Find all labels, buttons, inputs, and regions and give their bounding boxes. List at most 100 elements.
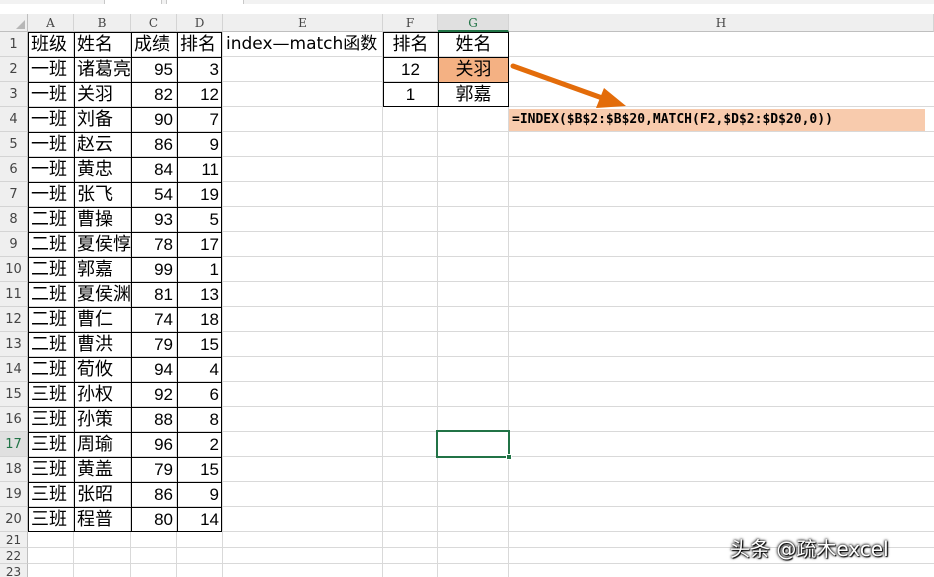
rank-cell[interactable]: 15	[177, 457, 223, 482]
score-cell[interactable]: 88	[131, 407, 177, 432]
column-header-b[interactable]: B	[74, 14, 131, 32]
name-cell[interactable]: 程普	[74, 507, 131, 532]
name-cell[interactable]: 孙策	[74, 407, 131, 432]
header-cell-rank[interactable]: 排名	[177, 32, 223, 57]
lookup-header-name[interactable]: 姓名	[438, 32, 509, 57]
class-cell[interactable]: 三班	[28, 407, 74, 432]
class-cell[interactable]: 一班	[28, 157, 74, 182]
rank-cell[interactable]: 12	[177, 82, 223, 107]
score-cell[interactable]: 94	[131, 357, 177, 382]
rank-cell[interactable]: 19	[177, 182, 223, 207]
sheet-tab[interactable]	[104, 0, 162, 4]
class-cell[interactable]: 三班	[28, 482, 74, 507]
score-cell[interactable]: 90	[131, 107, 177, 132]
rank-cell[interactable]: 7	[177, 107, 223, 132]
rank-cell[interactable]: 3	[177, 57, 223, 82]
name-cell[interactable]: 张昭	[74, 482, 131, 507]
score-cell[interactable]: 54	[131, 182, 177, 207]
class-cell[interactable]: 一班	[28, 82, 74, 107]
rank-cell[interactable]: 9	[177, 132, 223, 157]
name-cell[interactable]: 张飞	[74, 182, 131, 207]
column-header-g[interactable]: G	[438, 14, 509, 32]
rank-cell[interactable]: 13	[177, 282, 223, 307]
class-cell[interactable]: 二班	[28, 332, 74, 357]
class-cell[interactable]: 三班	[28, 432, 74, 457]
class-cell[interactable]: 二班	[28, 232, 74, 257]
row-header[interactable]: 6	[0, 157, 28, 182]
class-cell[interactable]: 一班	[28, 107, 74, 132]
column-header-f[interactable]: F	[383, 14, 438, 32]
score-cell[interactable]: 78	[131, 232, 177, 257]
rank-cell[interactable]: 11	[177, 157, 223, 182]
row-header[interactable]: 20	[0, 507, 28, 532]
row-header[interactable]: 5	[0, 132, 28, 157]
column-header-c[interactable]: C	[131, 14, 177, 32]
name-cell[interactable]: 黄盖	[74, 457, 131, 482]
name-cell[interactable]: 诸葛亮	[74, 57, 131, 82]
e1-title-cell[interactable]: index—match函数	[223, 32, 385, 57]
row-header[interactable]: 1	[0, 32, 28, 57]
score-cell[interactable]: 96	[131, 432, 177, 457]
class-cell[interactable]: 三班	[28, 507, 74, 532]
rank-cell[interactable]: 4	[177, 357, 223, 382]
class-cell[interactable]: 二班	[28, 207, 74, 232]
score-cell[interactable]: 79	[131, 457, 177, 482]
row-header-selected[interactable]: 17	[0, 432, 28, 457]
fill-handle[interactable]	[506, 454, 512, 460]
column-header-e[interactable]: E	[223, 14, 383, 32]
row-header[interactable]: 11	[0, 282, 28, 307]
name-cell[interactable]: 刘备	[74, 107, 131, 132]
formula-text-cell[interactable]: =INDEX($B$2:$B$20,MATCH(F2,$D$2:$D$20,0)…	[509, 109, 925, 131]
lookup-result-cell[interactable]: 关羽	[438, 57, 509, 82]
class-cell[interactable]: 二班	[28, 357, 74, 382]
score-cell[interactable]: 93	[131, 207, 177, 232]
row-header[interactable]: 13	[0, 332, 28, 357]
rank-cell[interactable]: 18	[177, 307, 223, 332]
name-cell[interactable]: 黄忠	[74, 157, 131, 182]
name-cell[interactable]: 夏侯渊	[74, 282, 131, 307]
score-cell[interactable]: 79	[131, 332, 177, 357]
row-header[interactable]: 12	[0, 307, 28, 332]
name-cell[interactable]: 曹洪	[74, 332, 131, 357]
row-header[interactable]: 10	[0, 257, 28, 282]
row-header[interactable]: 23	[0, 564, 28, 577]
row-header[interactable]: 16	[0, 407, 28, 432]
row-header[interactable]: 19	[0, 482, 28, 507]
lookup-result-cell[interactable]: 郭嘉	[438, 82, 509, 107]
score-cell[interactable]: 74	[131, 307, 177, 332]
class-cell[interactable]: 一班	[28, 132, 74, 157]
row-header[interactable]: 21	[0, 532, 28, 548]
name-cell[interactable]: 周瑜	[74, 432, 131, 457]
column-header-d[interactable]: D	[177, 14, 223, 32]
lookup-header-rank[interactable]: 排名	[383, 32, 438, 57]
class-cell[interactable]: 二班	[28, 257, 74, 282]
row-header[interactable]: 15	[0, 382, 28, 407]
score-cell[interactable]: 92	[131, 382, 177, 407]
column-header-a[interactable]: A	[28, 14, 74, 32]
row-header[interactable]: 9	[0, 232, 28, 257]
header-cell-name[interactable]: 姓名	[74, 32, 131, 57]
rank-cell[interactable]: 6	[177, 382, 223, 407]
class-cell[interactable]: 二班	[28, 282, 74, 307]
row-header[interactable]: 3	[0, 82, 28, 107]
rank-cell[interactable]: 8	[177, 407, 223, 432]
name-cell[interactable]: 曹仁	[74, 307, 131, 332]
name-cell[interactable]: 关羽	[74, 82, 131, 107]
score-cell[interactable]: 86	[131, 132, 177, 157]
name-cell[interactable]: 孙权	[74, 382, 131, 407]
header-cell-class[interactable]: 班级	[28, 32, 74, 57]
class-cell[interactable]: 一班	[28, 182, 74, 207]
name-cell[interactable]: 郭嘉	[74, 257, 131, 282]
score-cell[interactable]: 81	[131, 282, 177, 307]
rank-cell[interactable]: 17	[177, 232, 223, 257]
select-all-corner[interactable]	[0, 14, 28, 32]
rank-cell[interactable]: 14	[177, 507, 223, 532]
score-cell[interactable]: 86	[131, 482, 177, 507]
row-header[interactable]: 4	[0, 107, 28, 132]
name-cell[interactable]: 夏侯惇	[74, 232, 131, 257]
rank-cell[interactable]: 5	[177, 207, 223, 232]
score-cell[interactable]: 84	[131, 157, 177, 182]
rank-cell[interactable]: 9	[177, 482, 223, 507]
column-header-h[interactable]: H	[509, 14, 934, 32]
sheet-tab[interactable]	[166, 0, 244, 4]
